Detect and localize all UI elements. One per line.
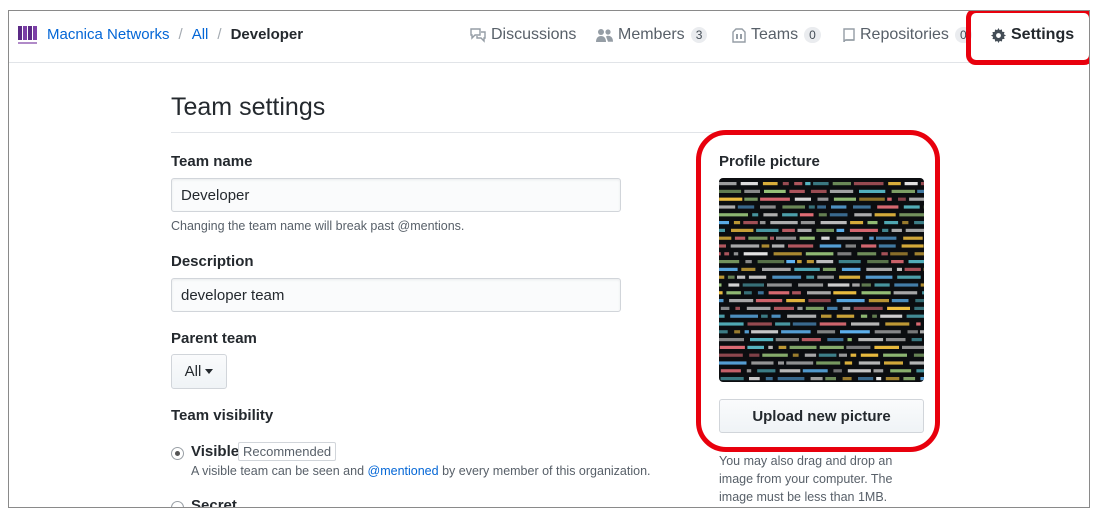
breadcrumb: Macnica Networks / All / Developer (47, 26, 303, 43)
tab-discussions-label: Discussions (491, 26, 577, 43)
profile-picture-highlight-annotation (696, 130, 940, 452)
people-icon (596, 28, 613, 42)
tab-repositories[interactable]: Repositories 0 (843, 26, 972, 44)
visible-radio[interactable] (171, 447, 184, 460)
settings-highlight-annotation (966, 11, 1089, 65)
mentioned-link[interactable]: @mentioned (368, 464, 439, 478)
parent-team-label: Parent team (171, 330, 257, 347)
secret-radio[interactable] (171, 501, 184, 507)
app-window: Macnica Networks / All / Developer Discu… (8, 10, 1090, 508)
visible-note-text: A visible team can be seen and (191, 464, 368, 478)
visible-note-text-end: by every member of this organization. (438, 464, 651, 478)
profile-picture-note: You may also drag and drop an image from… (719, 454, 893, 504)
team-header: Macnica Networks / All / Developer Discu… (9, 11, 1089, 63)
tab-discussions[interactable]: Discussions (470, 26, 576, 44)
teams-count-badge: 0 (804, 27, 821, 43)
tab-members-label: Members (618, 26, 685, 43)
team-name-note: Changing the team name will break past @… (171, 219, 465, 233)
jersey-icon (732, 27, 746, 43)
caret-down-icon (205, 369, 214, 374)
recommended-badge: Recommended (238, 442, 337, 461)
visible-radio-label[interactable]: Visible (191, 443, 239, 460)
team-name-label: Team name (171, 153, 253, 170)
breadcrumb-org-link[interactable]: Macnica Networks (47, 26, 170, 43)
tab-repositories-label: Repositories (860, 26, 949, 43)
org-logo-icon[interactable] (17, 24, 39, 48)
secret-radio-label[interactable]: Secret (191, 497, 237, 507)
repo-icon (843, 27, 855, 42)
parent-team-select[interactable]: All (171, 354, 227, 389)
visible-note: A visible team can be seen and @mentione… (191, 464, 651, 478)
description-label: Description (171, 253, 254, 270)
breadcrumb-current-team: Developer (230, 26, 304, 43)
comment-discussion-icon (470, 27, 486, 43)
breadcrumb-separator: / (217, 26, 222, 43)
parent-team-selected-value: All (184, 363, 202, 380)
team-name-input[interactable] (171, 178, 621, 212)
tab-members[interactable]: Members 3 (596, 26, 708, 44)
members-count-badge: 3 (690, 27, 708, 43)
breadcrumb-separator: / (178, 26, 183, 43)
team-visibility-label: Team visibility (171, 407, 274, 424)
breadcrumb-all-link[interactable]: All (192, 26, 209, 43)
page-title: Team settings (171, 93, 326, 121)
description-input[interactable] (171, 278, 621, 312)
tab-teams-label: Teams (751, 26, 799, 43)
tab-teams[interactable]: Teams 0 (732, 26, 821, 44)
